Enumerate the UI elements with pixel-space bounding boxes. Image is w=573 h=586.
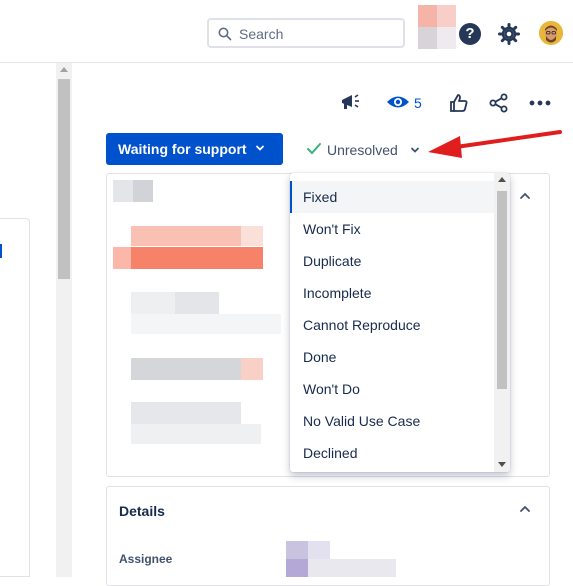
redacted-content [113,180,289,450]
left-link-fragment[interactable] [0,244,6,258]
chevron-up-icon[interactable] [518,190,532,202]
status-label: Waiting for support [118,141,247,157]
annotation-arrow-icon [428,130,562,158]
left-card [0,218,30,577]
menu-item-done[interactable]: Done [290,341,494,373]
resolution-menu: Fixed Won't Fix Duplicate Incomplete Can… [290,173,510,472]
search-input[interactable]: Search [207,18,405,48]
menu-item-no-valid-use-case[interactable]: No Valid Use Case [290,405,494,437]
details-title: Details [119,503,165,519]
menu-scrollbar[interactable] [494,173,510,472]
scroll-down-arrow-icon[interactable] [498,462,506,467]
left-panel-scrollbar[interactable] [56,63,72,577]
help-icon[interactable]: ? [459,23,481,45]
search-icon [218,27,232,41]
resolution-dropdown[interactable]: Unresolved [327,142,398,158]
assignee-redacted [286,541,396,577]
more-icon[interactable] [529,100,551,106]
eye-icon[interactable] [386,94,410,110]
menu-item-wont-fix[interactable]: Won't Fix [290,213,494,245]
chevron-up-icon[interactable] [518,503,532,515]
menu-item-cannot-reproduce[interactable]: Cannot Reproduce [290,309,494,341]
chevron-down-icon[interactable] [409,144,421,156]
menu-item-fixed[interactable]: Fixed [290,181,494,213]
share-icon[interactable] [489,93,509,113]
scrollbar-thumb[interactable] [497,191,507,389]
scrollbar-thumb[interactable] [58,79,70,279]
check-icon [307,143,321,155]
watch-count[interactable]: 5 [414,95,422,111]
search-placeholder: Search [239,26,284,42]
menu-item-declined[interactable]: Declined [290,437,494,469]
redacted-block [418,5,456,49]
megaphone-icon[interactable] [339,92,361,112]
thumbs-up-icon[interactable] [449,93,469,113]
avatar[interactable] [539,21,563,45]
menu-item-incomplete[interactable]: Incomplete [290,277,494,309]
gear-icon[interactable] [497,22,521,46]
scroll-up-arrow-icon[interactable] [60,67,68,72]
assignee-label: Assignee [119,552,173,566]
status-button[interactable]: Waiting for support [106,133,283,165]
user-face-icon [539,21,563,45]
chevron-down-icon [256,145,264,151]
scroll-up-arrow-icon[interactable] [498,177,506,182]
menu-item-wont-do[interactable]: Won't Do [290,373,494,405]
menu-item-duplicate[interactable]: Duplicate [290,245,494,277]
